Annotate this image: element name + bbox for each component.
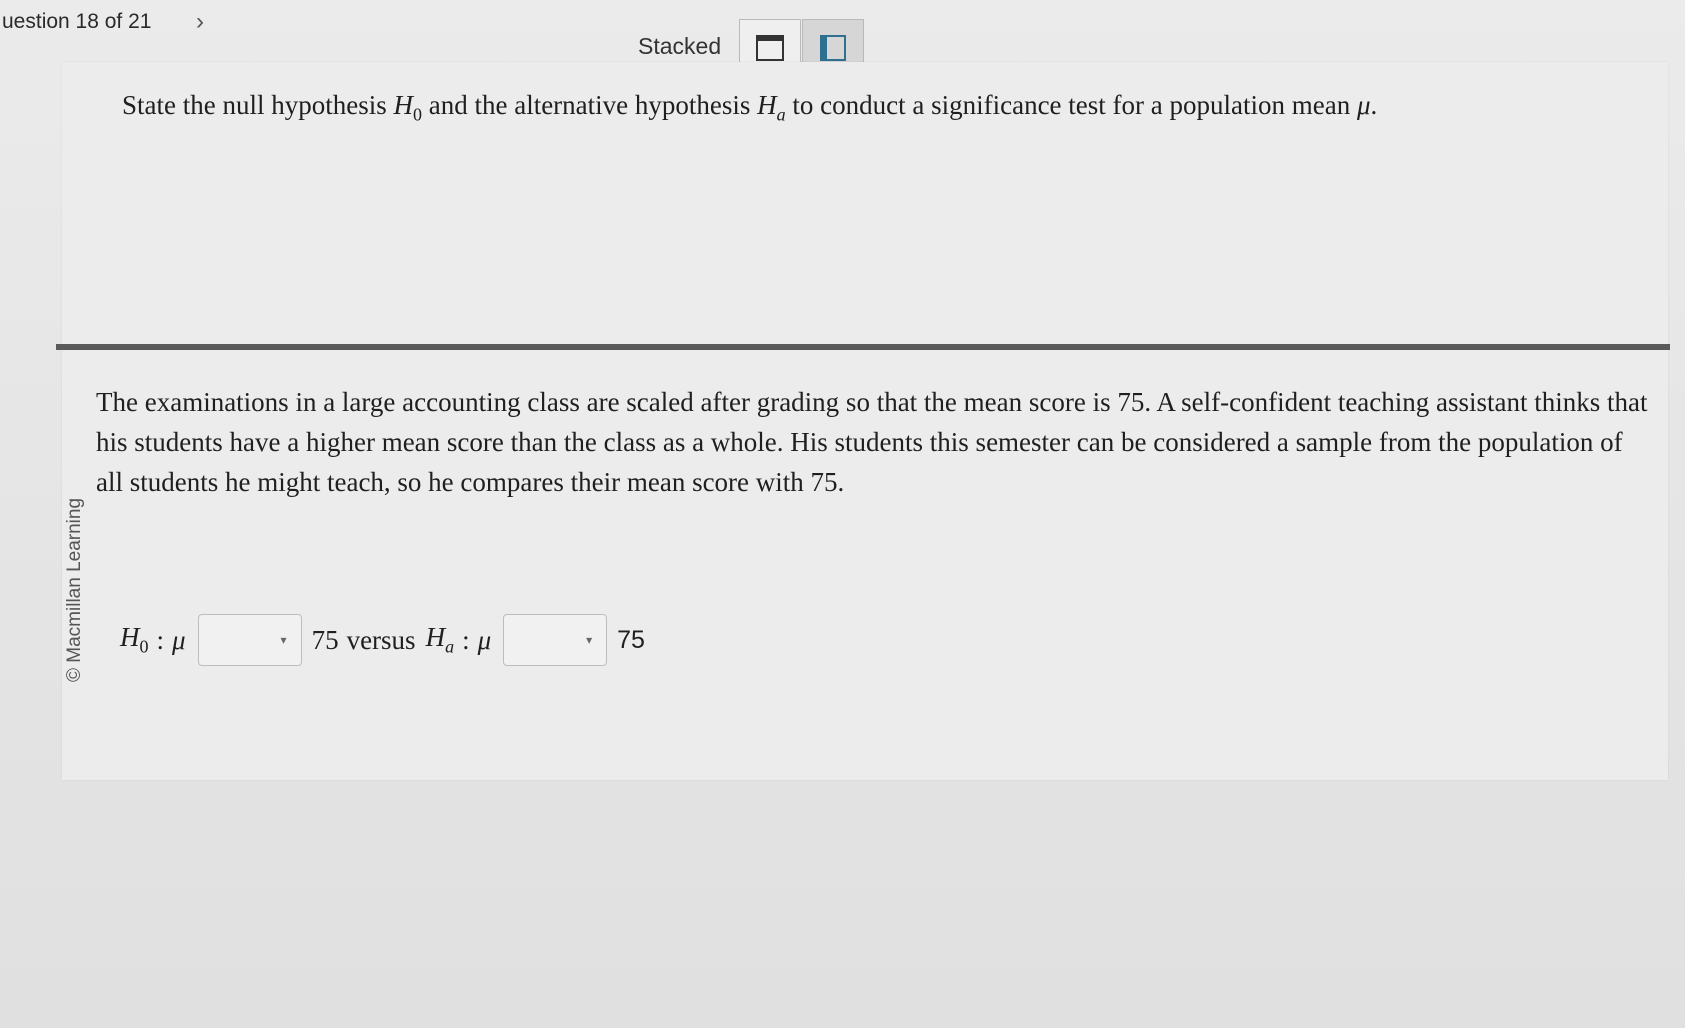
prompt-part: and the alternative hypothesis xyxy=(421,90,758,120)
section-divider xyxy=(56,344,1670,350)
h0-symbol: H0 xyxy=(393,90,422,125)
chevron-right-icon[interactable]: › xyxy=(196,8,204,36)
stacked-layout-icon xyxy=(756,34,784,61)
question-panel: State the null hypothesis H0 and the alt… xyxy=(56,62,1670,780)
colon: : xyxy=(462,624,470,655)
colon: : xyxy=(156,624,165,655)
prompt-part: to conduct a significance test for a pop… xyxy=(785,90,1357,120)
caret-down-icon: ▾ xyxy=(280,632,287,647)
split-layout-icon xyxy=(820,34,846,61)
prompt-part: . xyxy=(1370,90,1378,120)
ha-label: Ha xyxy=(425,622,455,657)
question-counter: uestion 18 of 21 xyxy=(2,10,152,33)
versus-label: versus xyxy=(346,624,416,655)
ha-relation-dropdown[interactable]: ▾ xyxy=(503,614,608,666)
mu-symbol: μ xyxy=(172,624,186,655)
ha-value: 75 xyxy=(617,625,645,654)
ha-symbol: Ha xyxy=(757,90,786,125)
mu-symbol: μ xyxy=(1356,90,1371,120)
caret-down-icon: ▾ xyxy=(586,632,593,647)
scenario-text: The examinations in a large accounting c… xyxy=(96,387,1648,497)
screen: uestion 18 of 21 › Stacked State the nul… xyxy=(0,0,1685,1028)
h0-relation-dropdown[interactable]: ▾ xyxy=(197,614,302,666)
copyright-notice: © Macmillan Learning xyxy=(64,497,85,682)
mu-symbol: μ xyxy=(477,624,492,655)
prompt-text: State the null hypothesis H0 and the alt… xyxy=(122,90,1377,125)
prompt-part: State the null hypothesis xyxy=(122,90,394,120)
view-mode-label: Stacked xyxy=(638,33,722,59)
h0-value: 75 xyxy=(311,624,339,655)
top-bar: uestion 18 of 21 › Stacked xyxy=(0,0,1685,76)
hypothesis-answer-row: H0 : μ ▾ 75 versus Ha : μ ▾ 75 xyxy=(120,610,645,670)
h0-label: H0 xyxy=(120,622,149,657)
